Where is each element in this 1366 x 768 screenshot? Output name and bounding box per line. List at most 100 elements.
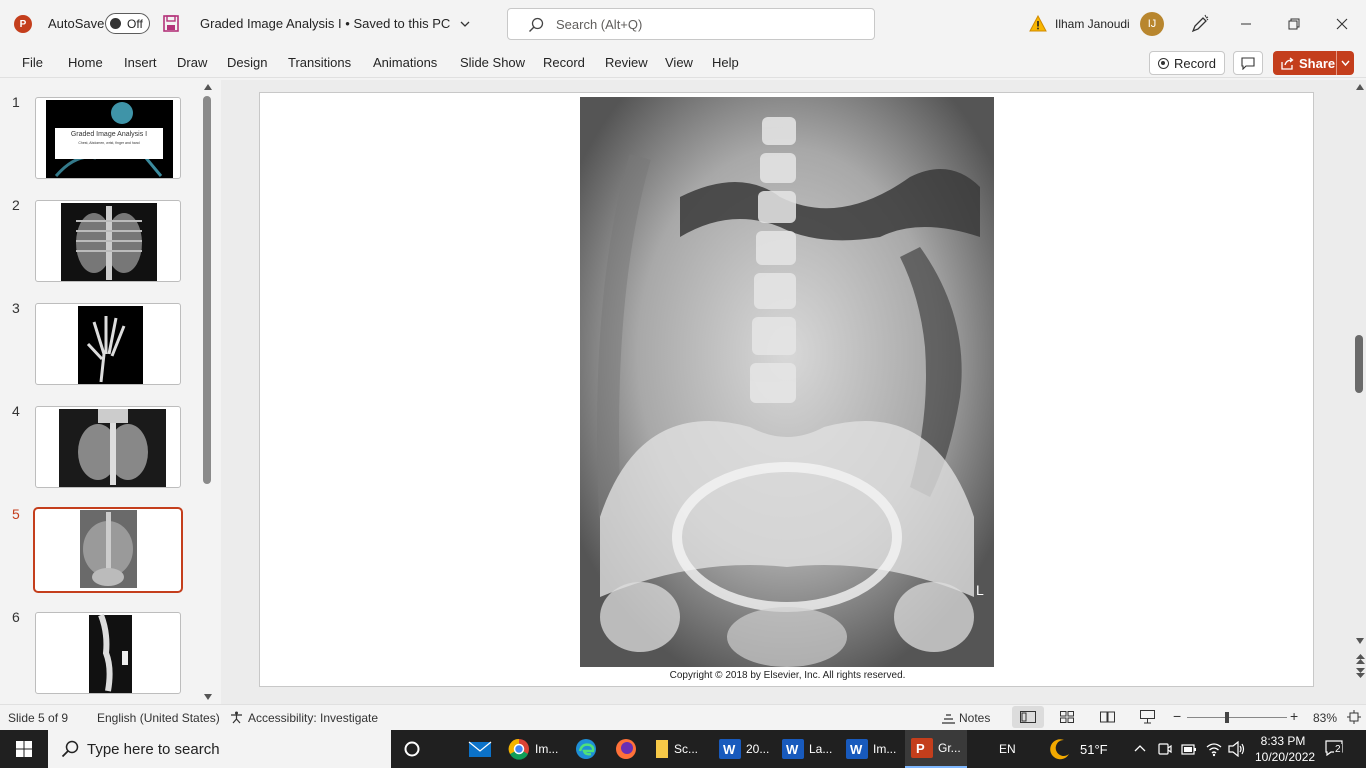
slide-thumbnail-3[interactable] xyxy=(35,303,181,385)
slide-thumbnail-4[interactable] xyxy=(35,406,181,488)
app-label: Sc... xyxy=(674,742,699,756)
taskbar-word-3[interactable]: W Im... xyxy=(846,730,901,768)
firefox-icon xyxy=(616,739,636,759)
weather-widget[interactable]: 51°F xyxy=(1048,730,1108,768)
chevron-up-icon[interactable] xyxy=(1134,744,1146,752)
document-title[interactable]: Graded Image Analysis I • Saved to this … xyxy=(200,16,470,31)
notification-center-button[interactable]: 2 xyxy=(1325,740,1345,758)
slide-thumbnail-5[interactable] xyxy=(33,507,183,593)
thumb-number: 3 xyxy=(12,300,20,316)
share-main[interactable]: Share xyxy=(1273,51,1337,75)
input-language[interactable]: EN xyxy=(999,730,1016,768)
slide-thumbnail-2[interactable] xyxy=(35,200,181,282)
zoom-slider-thumb[interactable] xyxy=(1225,712,1229,723)
autosave-toggle[interactable]: Off xyxy=(105,13,150,34)
close-button[interactable] xyxy=(1330,12,1354,36)
taskbar-powerpoint[interactable]: P Gr... xyxy=(905,730,967,768)
normal-view-button[interactable] xyxy=(1012,706,1044,728)
avatar[interactable]: IJ xyxy=(1140,12,1164,36)
tab-home[interactable]: Home xyxy=(68,55,103,70)
taskbar-edge[interactable] xyxy=(575,730,602,768)
reading-view-icon[interactable] xyxy=(1100,711,1115,723)
taskbar-search[interactable]: Type here to search xyxy=(48,730,391,768)
accessibility-status[interactable]: Accessibility: Investigate xyxy=(248,711,378,725)
edge-icon xyxy=(576,739,596,759)
svg-text:P: P xyxy=(916,741,925,756)
cortana-button[interactable] xyxy=(404,730,428,768)
word-icon: W xyxy=(846,739,868,759)
thumb-title: Graded Image Analysis I xyxy=(70,131,148,138)
comments-button[interactable] xyxy=(1233,51,1263,75)
fit-to-window-icon[interactable] xyxy=(1347,710,1361,724)
taskbar-mail[interactable] xyxy=(468,730,497,768)
previous-slide-icon[interactable] xyxy=(1356,654,1365,664)
tab-design[interactable]: Design xyxy=(227,55,267,70)
tab-view[interactable]: View xyxy=(665,55,693,70)
taskbar-word-1[interactable]: W 20... xyxy=(719,730,774,768)
word-icon: W xyxy=(719,739,741,759)
tab-slide-show[interactable]: Slide Show xyxy=(460,55,525,70)
user-name[interactable]: Ilham Janoudi xyxy=(1055,17,1130,31)
designer-pen-icon[interactable] xyxy=(1190,14,1210,34)
title-bar: P AutoSave Off Graded Image Analysis I •… xyxy=(0,0,1366,48)
notes-button[interactable]: Notes xyxy=(959,711,990,725)
slide-show-icon[interactable] xyxy=(1140,710,1155,724)
scroll-down-icon[interactable] xyxy=(1356,638,1364,644)
scroll-down-icon[interactable] xyxy=(204,694,212,700)
search-box[interactable]: Search (Alt+Q) xyxy=(507,8,875,40)
app-label: Im... xyxy=(873,742,897,756)
share-button[interactable]: Share xyxy=(1273,51,1354,75)
battery-icon[interactable] xyxy=(1181,742,1197,756)
thumb-number-active: 5 xyxy=(12,506,20,522)
wifi-icon[interactable] xyxy=(1206,741,1222,757)
slide-scrollbar[interactable] xyxy=(1355,335,1363,393)
tab-help[interactable]: Help xyxy=(712,55,739,70)
zoom-out-button[interactable]: − xyxy=(1173,708,1181,724)
taskbar-word-2[interactable]: W La... xyxy=(782,730,837,768)
slide-sorter-icon[interactable] xyxy=(1060,711,1074,723)
app-label: La... xyxy=(809,742,833,756)
zoom-level[interactable]: 83% xyxy=(1313,711,1337,725)
zoom-slider[interactable] xyxy=(1187,717,1287,718)
chest-xray-thumbnail xyxy=(61,203,157,281)
thumb-number: 6 xyxy=(12,609,20,625)
folder-icon xyxy=(656,740,668,758)
mail-icon xyxy=(468,741,492,757)
zoom-in-button[interactable]: + xyxy=(1290,708,1298,724)
taskbar-firefox[interactable] xyxy=(615,730,642,768)
record-button[interactable]: Record xyxy=(1149,51,1225,75)
next-slide-icon[interactable] xyxy=(1356,668,1365,678)
tab-insert[interactable]: Insert xyxy=(124,55,157,70)
warning-icon[interactable] xyxy=(1029,15,1047,32)
tab-transitions[interactable]: Transitions xyxy=(288,55,351,70)
meet-now-icon[interactable] xyxy=(1158,741,1172,757)
tab-animations[interactable]: Animations xyxy=(373,55,437,70)
system-clock[interactable]: 8:33 PM 10/20/2022 xyxy=(1255,733,1315,765)
minimize-button[interactable] xyxy=(1234,12,1258,36)
taskbar-chrome[interactable]: Im... xyxy=(508,730,563,768)
tab-draw[interactable]: Draw xyxy=(177,55,207,70)
abdomen-xray-image[interactable]: L xyxy=(580,97,994,667)
slide-editor: L Copyright © 2018 by Elsevier, Inc. All… xyxy=(221,80,1366,704)
chevron-down-icon[interactable] xyxy=(1337,60,1354,67)
thumb-number: 1 xyxy=(12,94,20,110)
start-button[interactable] xyxy=(0,730,48,768)
slide-canvas[interactable]: L Copyright © 2018 by Elsevier, Inc. All… xyxy=(259,92,1314,687)
scroll-up-icon[interactable] xyxy=(1356,84,1364,90)
tab-record[interactable]: Record xyxy=(543,55,585,70)
tab-file[interactable]: File xyxy=(22,55,43,70)
slide-thumbnail-6[interactable] xyxy=(35,612,181,694)
svg-text:W: W xyxy=(723,742,736,757)
tab-review[interactable]: Review xyxy=(605,55,648,70)
language-status[interactable]: English (United States) xyxy=(97,711,220,725)
restore-button[interactable] xyxy=(1282,12,1306,36)
volume-icon[interactable] xyxy=(1228,741,1246,757)
word-icon: W xyxy=(782,739,804,759)
scroll-up-icon[interactable] xyxy=(204,84,212,90)
temperature: 51°F xyxy=(1080,741,1108,757)
chest-xray-thumbnail xyxy=(59,409,166,487)
taskbar-file-explorer[interactable]: Sc... xyxy=(655,730,703,768)
save-icon[interactable] xyxy=(163,15,179,32)
slide-thumbnail-1[interactable]: Graded Image Analysis I Chest, Abdomen, … xyxy=(35,97,181,179)
thumbnail-scrollbar[interactable] xyxy=(203,96,211,484)
